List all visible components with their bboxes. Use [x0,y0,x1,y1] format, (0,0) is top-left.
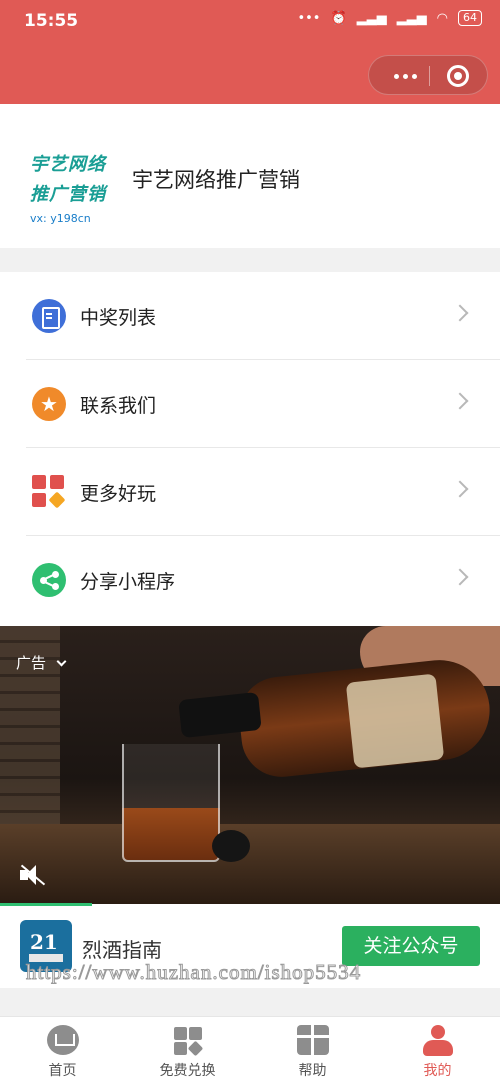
menu-item-label: 分享小程序 [80,571,176,593]
follow-account-button[interactable]: 关注公众号 [342,926,480,966]
menu-item-contact[interactable]: ★ 联系我们 [0,360,500,448]
advertiser-name: 烈酒指南 [82,938,162,962]
top-header: 15:55 ••• ⏰ ▂▃▅ ▂▃▅ ◠ 64 [0,0,500,104]
star-icon: ★ [32,387,66,421]
mute-icon[interactable] [20,864,46,886]
brand-logo: 宇艺网络 推广营销 vx: y198cn [30,150,118,225]
user-icon [422,1025,454,1056]
status-time: 15:55 [24,11,79,31]
capsule-divider [429,66,430,86]
gift-icon [297,1025,329,1055]
tab-label: 首页 [48,1063,77,1079]
profile-card: 宇艺网络 推广营销 vx: y198cn 宇艺网络推广营销 [0,104,500,248]
menu-item-more-fun[interactable]: 更多好玩 [0,448,500,536]
apps-grid-icon [32,475,66,509]
bottom-tab-bar: 首页 免费兑换 帮助 我的 [0,1016,500,1083]
more-dots-icon: ••• [297,10,321,26]
signal-icon-2: ▂▃▅ [396,10,427,26]
battery-icon: 64 [458,10,482,26]
wifi-icon: ◠ [436,10,448,26]
logo-line-1: 宇艺网络 [30,154,106,175]
menu-item-prize-list[interactable]: 中奖列表 [0,272,500,360]
tab-home[interactable]: 首页 [0,1017,125,1083]
share-icon [32,563,66,597]
menu-item-label: 中奖列表 [80,307,157,329]
menu-item-label: 联系我们 [80,395,157,417]
close-target-icon[interactable] [447,65,469,87]
section-gap [0,248,500,272]
clipboard-list-icon [32,299,66,333]
chevron-right-icon [451,304,469,322]
menu-item-share[interactable]: 分享小程序 [0,536,500,624]
tab-label: 帮助 [298,1063,327,1079]
tab-mine[interactable]: 我的 [375,1017,500,1083]
ad-tag[interactable]: 广告 [16,652,46,673]
tab-help[interactable]: 帮助 [250,1017,375,1083]
signal-icon: ▂▃▅ [356,10,387,26]
ad-bar-counter [0,824,500,904]
more-menu-button[interactable] [385,66,425,86]
watermark: https://www.huzhan.com/ishop5534 [25,960,362,985]
chevron-right-icon [451,568,469,586]
ad-bottle-cap [212,830,250,862]
chevron-right-icon [451,480,469,498]
profile-name: 宇艺网络推广营销 [132,168,300,192]
ad-footer: 21 烈酒指南 关注公众号 https://www.huzhan.com/ish… [0,906,500,988]
exchange-grid-icon [172,1025,204,1057]
logo-line-3: vx: y198cn [30,212,91,225]
home-crown-icon [47,1025,79,1055]
tab-label: 我的 [423,1063,452,1079]
menu-item-label: 更多好玩 [80,483,157,505]
status-icons: ••• ⏰ ▂▃▅ ▂▃▅ ◠ 64 [297,10,482,26]
logo-line-2: 推广营销 [30,184,106,205]
tab-exchange[interactable]: 免费兑换 [125,1017,250,1083]
alarm-icon: ⏰ [330,10,347,26]
mini-program-capsule [368,55,488,95]
tab-label: 免费兑换 [159,1063,216,1079]
chevron-right-icon [451,392,469,410]
ad-bottle-label [345,673,445,769]
section-gap [0,988,500,1016]
ad-video[interactable]: 广告 [0,626,500,904]
ad-glass [122,744,220,862]
